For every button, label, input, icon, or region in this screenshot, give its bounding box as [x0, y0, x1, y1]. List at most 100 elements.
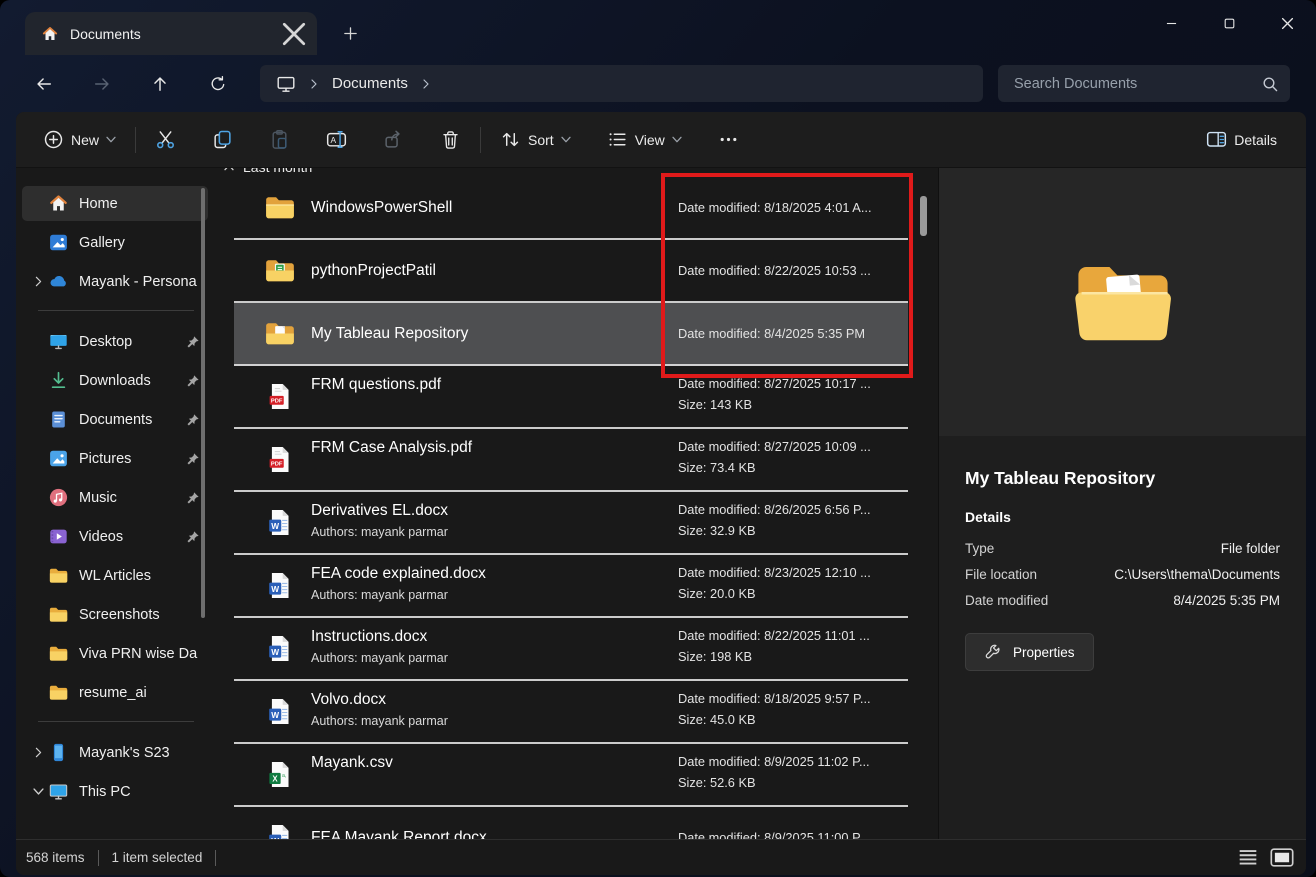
details-panel-icon — [1206, 129, 1227, 150]
sidebar-item-videos[interactable]: Videos — [22, 519, 208, 554]
details-row-value: 8/4/2025 5:35 PM — [1173, 593, 1280, 608]
delete-button[interactable] — [431, 122, 470, 157]
sidebar-item-music[interactable]: Music — [22, 480, 208, 515]
file-list-scrollbar[interactable] — [920, 196, 927, 236]
explorer-tab[interactable]: Documents — [25, 12, 317, 55]
file-row-pythonprojectpatil[interactable]: pythonProjectPatilDate modified: 8/22/20… — [234, 240, 908, 303]
file-size: Size: 73.4 KB — [678, 460, 908, 475]
cut-button[interactable] — [146, 122, 185, 157]
file-name: pythonProjectPatil — [311, 262, 678, 280]
file-row-fea-code-explained-docx[interactable]: WFEA code explained.docxAuthors: mayank … — [234, 555, 908, 618]
pictures-icon — [48, 448, 69, 469]
group-header-last-month[interactable]: Last month — [212, 168, 938, 177]
file-row-frm-questions-pdf[interactable]: PDFFRM questions.pdfDate modified: 8/27/… — [234, 366, 908, 429]
share-button[interactable] — [374, 122, 413, 157]
sidebar-item-mayank-s-s23[interactable]: Mayank's S23 — [22, 735, 208, 770]
more-options-button[interactable] — [709, 122, 748, 157]
sidebar-item-downloads[interactable]: Downloads — [22, 363, 208, 398]
sidebar-item-gallery[interactable]: Gallery — [22, 225, 208, 260]
file-authors: Authors: mayank parmar — [311, 588, 678, 602]
file-name: Mayank.csv — [311, 754, 678, 772]
address-bar[interactable]: Documents — [260, 65, 983, 102]
pdf-icon: PDF — [265, 446, 295, 473]
sidebar-item-label: Music — [79, 490, 182, 506]
sidebar-item-pictures[interactable]: Pictures — [22, 441, 208, 476]
details-row-date-modified: Date modified 8/4/2025 5:35 PM — [939, 587, 1306, 613]
details-pane-toggle[interactable]: Details — [1197, 122, 1286, 157]
forward-button[interactable] — [82, 66, 122, 102]
sidebar-item-home[interactable]: Home — [22, 186, 208, 221]
file-row-instructions-docx[interactable]: WInstructions.docxAuthors: mayank parmar… — [234, 618, 908, 681]
search-box[interactable] — [998, 65, 1290, 102]
chevron-right-icon[interactable] — [28, 747, 48, 758]
back-button[interactable] — [24, 66, 64, 102]
plus-icon — [344, 27, 357, 40]
minimize-icon — [1166, 18, 1177, 29]
file-row-frm-case-analysis-pdf[interactable]: PDFFRM Case Analysis.pdfDate modified: 8… — [234, 429, 908, 492]
file-date-modified: Date modified: 8/18/2025 4:01 A... — [678, 200, 908, 215]
chevron-down-icon[interactable] — [28, 786, 48, 797]
details-row-label: Date modified — [965, 593, 1048, 608]
file-date-modified: Date modified: 8/26/2025 6:56 P... — [678, 502, 908, 517]
selected-count: 1 item selected — [112, 850, 203, 865]
pin-icon — [186, 452, 200, 466]
sidebar-item-wl-articles[interactable]: WL Articles — [22, 558, 208, 593]
sidebar-item-this-pc[interactable]: This PC — [22, 774, 208, 809]
maximize-button[interactable] — [1200, 0, 1258, 46]
file-row-my-tableau-repository[interactable]: My Tableau RepositoryDate modified: 8/4/… — [234, 303, 908, 366]
sidebar-item-mayank-persona[interactable]: Mayank - Persona — [22, 264, 208, 299]
file-name: FEA Mayank Report.docx — [311, 829, 678, 840]
refresh-button[interactable] — [198, 66, 238, 102]
file-row-fea-mayank-report-docx[interactable]: WFEA Mayank Report.docxDate modified: 8/… — [234, 807, 908, 839]
file-name: FRM Case Analysis.pdf — [311, 439, 678, 457]
sidebar-item-viva-prn-wise-da[interactable]: Viva PRN wise Da — [22, 636, 208, 671]
new-button[interactable]: New — [34, 122, 125, 157]
sidebar-item-screenshots[interactable]: Screenshots — [22, 597, 208, 632]
file-name: My Tableau Repository — [311, 325, 678, 343]
view-button[interactable]: View — [598, 122, 691, 157]
file-row-mayank-csv[interactable]: a,XMayank.csvDate modified: 8/9/2025 11:… — [234, 744, 908, 807]
svg-text:A: A — [331, 135, 337, 145]
downloads-icon — [48, 370, 69, 391]
rename-button[interactable]: A — [317, 122, 356, 157]
breadcrumb-documents[interactable]: Documents — [332, 75, 408, 92]
details-view-toggle-icon[interactable] — [1236, 848, 1260, 867]
sidebar-item-resume-ai[interactable]: resume_ai — [22, 675, 208, 710]
explorer-surface: New A Sort View — [16, 112, 1306, 875]
minimize-button[interactable] — [1142, 0, 1200, 46]
file-row-windowspowershell[interactable]: WindowsPowerShellDate modified: 8/18/202… — [234, 177, 908, 240]
paste-button[interactable] — [260, 122, 299, 157]
search-icon — [1262, 76, 1278, 92]
new-plus-icon — [43, 129, 64, 150]
svg-text:W: W — [271, 584, 279, 594]
close-button[interactable] — [1258, 0, 1316, 46]
word-icon: W — [265, 509, 295, 536]
copy-button[interactable] — [203, 122, 242, 157]
sidebar-scrollbar[interactable] — [201, 188, 205, 618]
pin-icon — [186, 335, 200, 349]
file-size: Size: 52.6 KB — [678, 775, 908, 790]
tab-close-icon[interactable] — [281, 21, 307, 47]
sort-button[interactable]: Sort — [491, 122, 580, 157]
file-size: Size: 198 KB — [678, 649, 908, 664]
up-button[interactable] — [140, 66, 180, 102]
pin-icon — [186, 530, 200, 544]
new-tab-button[interactable] — [333, 18, 367, 48]
rename-icon: A — [326, 129, 347, 150]
file-row-derivatives-el-docx[interactable]: WDerivatives EL.docxAuthors: mayank parm… — [234, 492, 908, 555]
word-icon: W — [265, 824, 295, 839]
file-row-volvo-docx[interactable]: WVolvo.docxAuthors: mayank parmarDate mo… — [234, 681, 908, 744]
sidebar-item-documents[interactable]: Documents — [22, 402, 208, 437]
pin-icon — [186, 413, 200, 427]
file-size: Size: 143 KB — [678, 397, 908, 412]
chevron-right-icon[interactable] — [28, 276, 48, 287]
file-date-modified: Date modified: 8/27/2025 10:17 ... — [678, 376, 908, 391]
large-icons-view-toggle-icon[interactable] — [1270, 848, 1294, 867]
status-bar: 568 items 1 item selected — [16, 839, 1306, 875]
properties-button[interactable]: Properties — [965, 633, 1094, 671]
sidebar-item-label: Desktop — [79, 334, 182, 350]
file-explorer-window: Documents Documents — [0, 0, 1316, 877]
sidebar-item-desktop[interactable]: Desktop — [22, 324, 208, 359]
search-input[interactable] — [1012, 75, 1262, 93]
collapse-chevron-icon — [224, 168, 234, 171]
